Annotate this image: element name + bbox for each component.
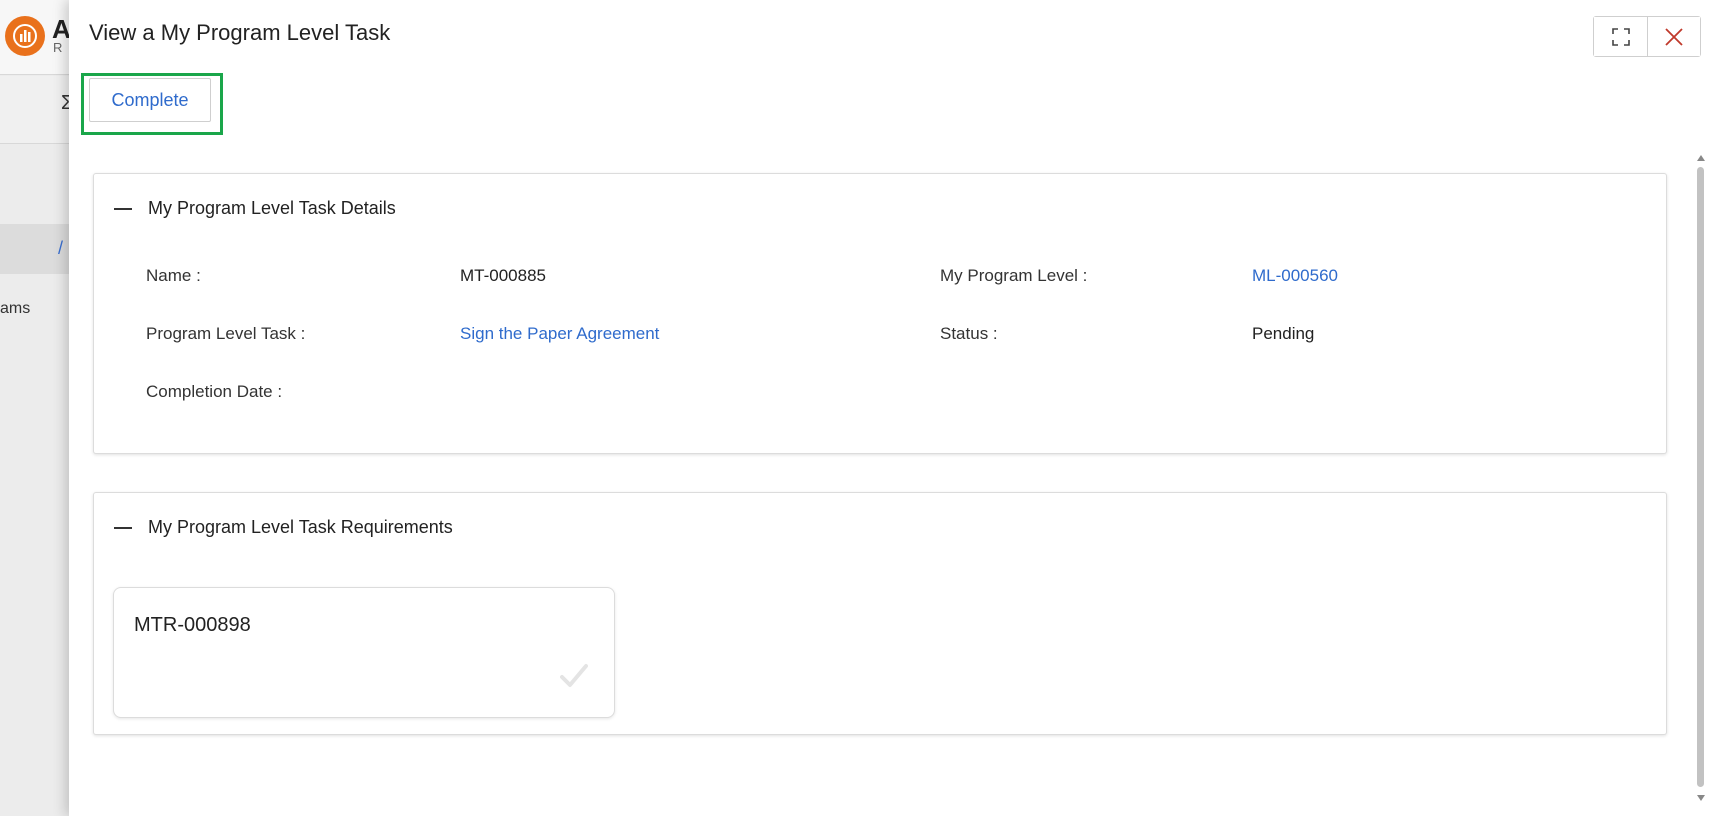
- completion-date-label: Completion Date :: [146, 382, 283, 401]
- task-requirements-title: My Program Level Task Requirements: [148, 517, 453, 537]
- task-requirements-section: My Program Level Task Requirements MTR-0…: [93, 492, 1667, 735]
- task-details-title: My Program Level Task Details: [148, 198, 396, 218]
- checkmark-icon: [560, 664, 588, 687]
- task-requirements-header: My Program Level Task Requirements: [114, 517, 453, 538]
- collapse-icon[interactable]: [114, 207, 132, 210]
- window-controls: [1593, 16, 1701, 57]
- expand-icon: [1611, 27, 1630, 46]
- app-logo-icon[interactable]: [5, 16, 45, 56]
- close-button[interactable]: [1647, 17, 1700, 56]
- status-label: Status :: [940, 324, 998, 343]
- status-value: Pending: [1252, 324, 1315, 343]
- task-details-header: My Program Level Task Details: [114, 198, 396, 219]
- name-label: Name :: [146, 266, 201, 285]
- app-brand-subtitle: R: [53, 40, 63, 55]
- pencil-icon: /: [58, 238, 64, 258]
- program-level-task-link[interactable]: Sign the Paper Agreement: [460, 324, 659, 344]
- vertical-scrollbar[interactable]: [1695, 155, 1707, 801]
- requirement-card[interactable]: MTR-000898: [113, 587, 615, 718]
- view-task-modal: View a My Program Level Task Complete My…: [69, 0, 1711, 816]
- task-details-section: My Program Level Task Details Name : MT-…: [93, 173, 1667, 454]
- close-icon: [1665, 27, 1683, 46]
- modal-title: View a My Program Level Task: [89, 20, 391, 45]
- collapse-icon[interactable]: [114, 526, 132, 529]
- complete-button[interactable]: Complete: [89, 78, 211, 122]
- requirement-id: MTR-000898: [134, 614, 251, 636]
- program-level-task-label: Program Level Task :: [146, 324, 306, 343]
- scroll-thumb[interactable]: [1697, 167, 1704, 787]
- name-value: MT-000885: [460, 266, 546, 285]
- sidebar-item-active[interactable]: [0, 224, 80, 274]
- scroll-down-icon[interactable]: [1697, 795, 1705, 801]
- sidebar-item-programs-label[interactable]: ams: [0, 300, 30, 318]
- scroll-up-icon[interactable]: [1697, 155, 1705, 161]
- expand-button[interactable]: [1594, 17, 1647, 56]
- program-level-link[interactable]: ML-000560: [1252, 266, 1338, 286]
- program-level-label: My Program Level :: [940, 266, 1088, 285]
- modal-content: My Program Level Task Details Name : MT-…: [69, 155, 1711, 816]
